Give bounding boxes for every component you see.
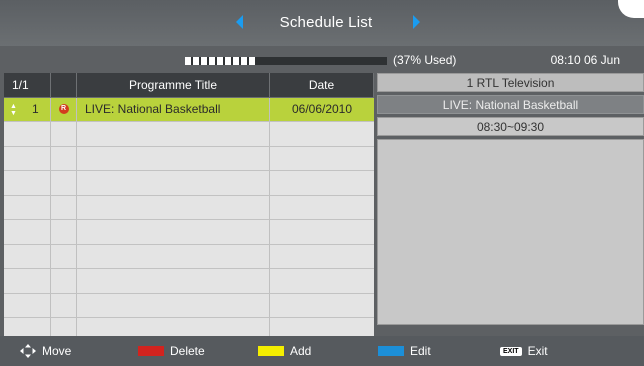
table-row-empty[interactable] — [4, 269, 374, 294]
storage-segment — [217, 57, 223, 65]
table-row-empty[interactable] — [4, 146, 374, 171]
empty-cell — [4, 269, 51, 293]
empty-cell — [4, 293, 51, 317]
storage-usage-bar — [185, 57, 387, 65]
arrow-left-icon[interactable] — [236, 15, 243, 29]
storage-status: (37% Used) 08:10 06 Jun — [0, 52, 644, 70]
blue-key-icon — [378, 346, 404, 356]
empty-cell — [270, 196, 374, 220]
empty-cell — [51, 269, 77, 293]
empty-cell — [51, 146, 77, 170]
detail-description-area — [377, 139, 644, 325]
detail-channel: 1 RTL Television — [377, 73, 644, 92]
exit-key-icon: EXIT — [500, 346, 522, 356]
header-icon-column — [51, 73, 77, 97]
storage-segment — [193, 57, 199, 65]
storage-segment — [233, 57, 239, 65]
empty-cell — [4, 195, 51, 219]
screen-corner — [618, 0, 644, 18]
footer-legend: Move Delete Add Edit EXIT Exit — [0, 336, 644, 366]
empty-cell — [51, 220, 77, 244]
empty-cell — [51, 293, 77, 317]
edit-label: Edit — [410, 344, 431, 358]
header-bar: Schedule List — [0, 0, 644, 46]
storage-usage-fill — [185, 57, 255, 65]
empty-cell — [77, 122, 270, 146]
empty-cell — [4, 146, 51, 170]
empty-cell — [77, 220, 270, 244]
yellow-key-icon — [258, 346, 284, 356]
details-panel: 1 RTL Television LIVE: National Basketba… — [377, 73, 644, 325]
delete-label: Delete — [170, 344, 205, 358]
delete-hint[interactable]: Delete — [138, 344, 205, 358]
red-key-icon — [138, 346, 164, 356]
empty-cell — [51, 244, 77, 268]
table-row-empty[interactable] — [4, 293, 374, 318]
table-row-empty[interactable] — [4, 171, 374, 196]
record-icon: R — [58, 104, 69, 115]
empty-cell — [4, 122, 51, 146]
empty-cell — [77, 195, 270, 219]
storage-segment — [185, 57, 191, 65]
storage-segment — [209, 57, 215, 65]
storage-segment — [201, 57, 207, 65]
row-programme-title: LIVE: National Basketball — [77, 97, 270, 121]
header-date: Date — [270, 73, 374, 97]
row-date: 06/06/2010 — [291, 102, 353, 117]
empty-cell — [4, 220, 51, 244]
detail-programme: LIVE: National Basketball — [377, 95, 644, 114]
storage-segment — [225, 57, 231, 65]
empty-cell — [51, 122, 77, 146]
empty-cell — [4, 244, 51, 268]
row-icon-cell: R — [51, 97, 77, 121]
table-header: 1/1 Programme Title Date — [4, 73, 374, 98]
empty-cell — [77, 171, 270, 195]
empty-cell — [270, 147, 374, 171]
add-hint[interactable]: Add — [258, 344, 311, 358]
table-row[interactable]: ▲ ▼ 1 R LIVE: National Basketball 06/06/2… — [4, 97, 374, 122]
move-hint: Move — [20, 344, 71, 358]
exit-hint[interactable]: EXIT Exit — [500, 344, 548, 358]
empty-cell — [77, 146, 270, 170]
row-number-cell: ▲ ▼ 1 — [4, 97, 51, 121]
clock: 08:10 06 Jun — [550, 53, 620, 67]
schedule-screen: Schedule List (37% Used) 08:10 06 Jun 1/… — [0, 0, 644, 366]
empty-cell — [77, 293, 270, 317]
empty-cell — [51, 195, 77, 219]
table-row-empty[interactable] — [4, 122, 374, 147]
empty-cell — [270, 269, 374, 293]
storage-segment — [249, 57, 255, 65]
table-row-empty[interactable] — [4, 244, 374, 269]
empty-cell — [4, 171, 51, 195]
arrow-right-icon[interactable] — [413, 15, 420, 29]
up-down-icon: ▲ ▼ — [10, 102, 17, 117]
move-label: Move — [42, 344, 72, 358]
edit-hint[interactable]: Edit — [378, 344, 431, 358]
detail-time: 08:30~09:30 — [377, 117, 644, 136]
row-number: 1 — [32, 101, 39, 116]
add-label: Add — [290, 344, 312, 358]
empty-cell — [270, 294, 374, 318]
table-row-empty[interactable] — [4, 220, 374, 245]
empty-cell — [270, 171, 374, 195]
storage-used-text: (37% Used) — [393, 53, 457, 67]
header-programme-title: Programme Title — [77, 73, 270, 97]
schedule-table: 1/1 Programme Title Date ▲ ▼ 1 R LIVE: Na… — [4, 73, 374, 343]
empty-cell — [270, 245, 374, 269]
empty-cell — [77, 269, 270, 293]
empty-cell — [270, 220, 374, 244]
page-indicator: 1/1 — [4, 73, 51, 97]
empty-cell — [270, 122, 374, 146]
empty-cell — [51, 171, 77, 195]
table-row-empty[interactable] — [4, 195, 374, 220]
empty-cell — [77, 244, 270, 268]
storage-segment — [241, 57, 247, 65]
page-title: Schedule List — [279, 14, 373, 31]
move-arrows-icon — [20, 344, 36, 358]
exit-label: Exit — [527, 344, 548, 358]
